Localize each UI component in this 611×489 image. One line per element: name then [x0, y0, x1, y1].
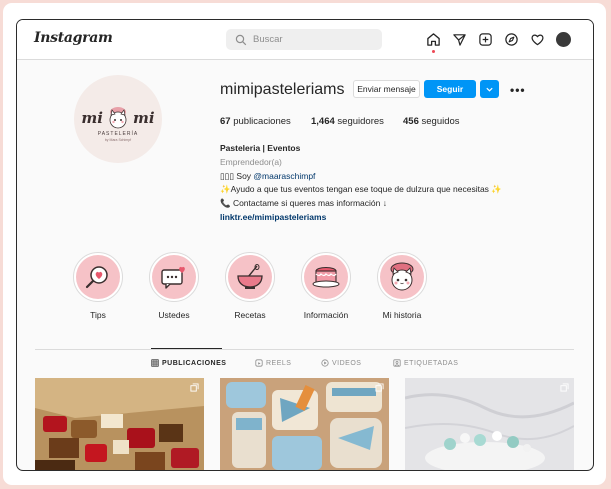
profile-avatar-nav[interactable]: [555, 31, 571, 47]
highlight-ring: [149, 252, 199, 302]
highlight-label: Ustedes: [158, 310, 190, 320]
bio-mention-link[interactable]: @maaraschimpf: [253, 171, 315, 181]
post-image-cookies: [220, 378, 389, 470]
followers-label: seguidores: [337, 116, 384, 127]
highlight-cover: [76, 255, 120, 299]
chat-heart-icon: [161, 266, 185, 289]
following-stat[interactable]: 456 seguidos: [403, 116, 460, 127]
highlight-label: Mi historia: [382, 310, 422, 320]
bio-line-2: ✨Ayudo a que tus eventos tengan ese toqu…: [220, 184, 502, 195]
avatar: [555, 31, 571, 47]
mixing-bowl-icon: [237, 264, 263, 289]
highlight-ring: [301, 252, 351, 302]
bio-line-3: 📞 Contactame si queres mas información ↓: [220, 198, 387, 209]
highlight-ring: [73, 252, 123, 302]
bio-line-1: ▯▯▯ Soy @maaraschimpf: [220, 170, 502, 184]
highlight-informacion[interactable]: Información: [288, 252, 364, 320]
highlight-ring: [225, 252, 275, 302]
highlight-label: Recetas: [234, 310, 266, 320]
following-label: seguidos: [421, 116, 460, 127]
top-nav-bar: Instagram: [17, 20, 593, 60]
highlight-recetas[interactable]: Recetas: [212, 252, 288, 320]
post-thumbnail-chocolates[interactable]: [35, 378, 204, 470]
posts-count: 67: [220, 116, 231, 127]
profile-bio: Pasteleria | Eventos Emprendedor(a) ▯▯▯ …: [220, 142, 502, 225]
heart-icon[interactable]: [529, 31, 545, 47]
posts-grid: [35, 378, 574, 470]
carousel-icon: [375, 383, 384, 392]
tab-etiquetadas[interactable]: ETIQUETADAS: [393, 359, 458, 367]
post-image-cake: [405, 378, 574, 470]
profile-username: mimipasteleriams: [220, 81, 345, 98]
active-tab-indicator: [151, 348, 222, 349]
posts-label: publicaciones: [233, 116, 291, 127]
bio-line-1-prefix: ▯▯▯ Soy: [220, 170, 254, 181]
explore-icon[interactable]: [503, 31, 519, 47]
bio-name: Pasteleria | Eventos: [220, 143, 301, 153]
home-icon[interactable]: [425, 31, 441, 53]
magnifier-heart-icon: [85, 266, 108, 289]
search-icon: [235, 34, 247, 45]
profile-picture[interactable]: mi mi PASTELERÍA by Mara Schimpf: [74, 75, 162, 163]
tab-publicaciones[interactable]: PUBLICACIONES: [151, 359, 255, 367]
posts-stat[interactable]: 67 publicaciones: [220, 116, 311, 127]
nav-icons: [425, 31, 571, 53]
brand-logo: mi mi: [81, 106, 155, 130]
brand-subtitle: PASTELERÍA: [97, 131, 139, 137]
highlight-cover: [304, 255, 348, 299]
highlight-cover: [380, 255, 424, 299]
chevron-down-icon: [486, 87, 493, 92]
post-thumbnail-cake[interactable]: [405, 378, 574, 470]
grid-icon: [151, 359, 159, 367]
highlight-cover: [228, 255, 272, 299]
reels-icon: [255, 359, 263, 367]
following-count: 456: [403, 116, 419, 127]
brand-tagline: by Mara Schimpf: [104, 138, 132, 142]
tab-reels[interactable]: REELS: [255, 359, 321, 367]
highlight-ustedes[interactable]: Ustedes: [136, 252, 212, 320]
cat-chef-icon: [390, 262, 414, 291]
tab-videos[interactable]: VIDEOS: [321, 359, 393, 367]
follow-button[interactable]: Seguir: [424, 80, 476, 98]
highlight-tips[interactable]: Tips: [60, 252, 136, 320]
brand-right-text: mi: [133, 109, 155, 127]
browser-screen: Instagram Buscar mi mi PASTELERÍA by Mar…: [16, 19, 594, 471]
followers-stat[interactable]: 1,464 seguidores: [311, 116, 403, 127]
highlight-label: Tips: [90, 310, 106, 320]
tab-label: REELS: [266, 359, 292, 367]
highlight-ring: [377, 252, 427, 302]
highlight-mi-historia[interactable]: Mi historia: [364, 252, 440, 320]
tab-label: VIDEOS: [332, 359, 362, 367]
bio-website-link[interactable]: linktr.ee/mimipasteleriams: [220, 211, 502, 225]
highlight-label: Información: [303, 310, 349, 320]
video-icon: [321, 359, 329, 367]
suggested-accounts-button[interactable]: [480, 80, 499, 98]
tab-label: PUBLICACIONES: [162, 359, 227, 367]
tabs-divider: [35, 349, 574, 350]
profile-stats: 67 publicaciones 1,464 seguidores 456 se…: [220, 116, 460, 127]
profile-tabs: PUBLICACIONES REELS VIDEOS ETIQUETADAS: [151, 359, 458, 367]
cat-icon: [109, 107, 127, 129]
search-input[interactable]: [253, 34, 373, 45]
tagged-icon: [393, 359, 401, 367]
highlight-cover: [152, 255, 196, 299]
more-options-icon[interactable]: •••: [510, 83, 526, 97]
post-image-chocolates: [35, 378, 204, 470]
carousel-icon: [190, 383, 199, 392]
instagram-logo[interactable]: Instagram: [34, 30, 113, 46]
message-button[interactable]: Enviar mensaje: [353, 80, 420, 98]
brand-left-text: mi: [81, 109, 103, 127]
cake-icon: [312, 266, 340, 288]
post-thumbnail-cookies[interactable]: [220, 378, 389, 470]
active-indicator: [432, 50, 435, 53]
followers-count: 1,464: [311, 116, 335, 127]
search-box[interactable]: [226, 29, 382, 50]
direct-icon[interactable]: [451, 31, 467, 47]
bio-category: Emprendedor(a): [220, 156, 282, 167]
tab-label: ETIQUETADAS: [404, 359, 459, 367]
new-post-icon[interactable]: [477, 31, 493, 47]
story-highlights: Tips Ustedes Recetas Información Mi hist…: [60, 252, 440, 320]
carousel-icon: [560, 383, 569, 392]
